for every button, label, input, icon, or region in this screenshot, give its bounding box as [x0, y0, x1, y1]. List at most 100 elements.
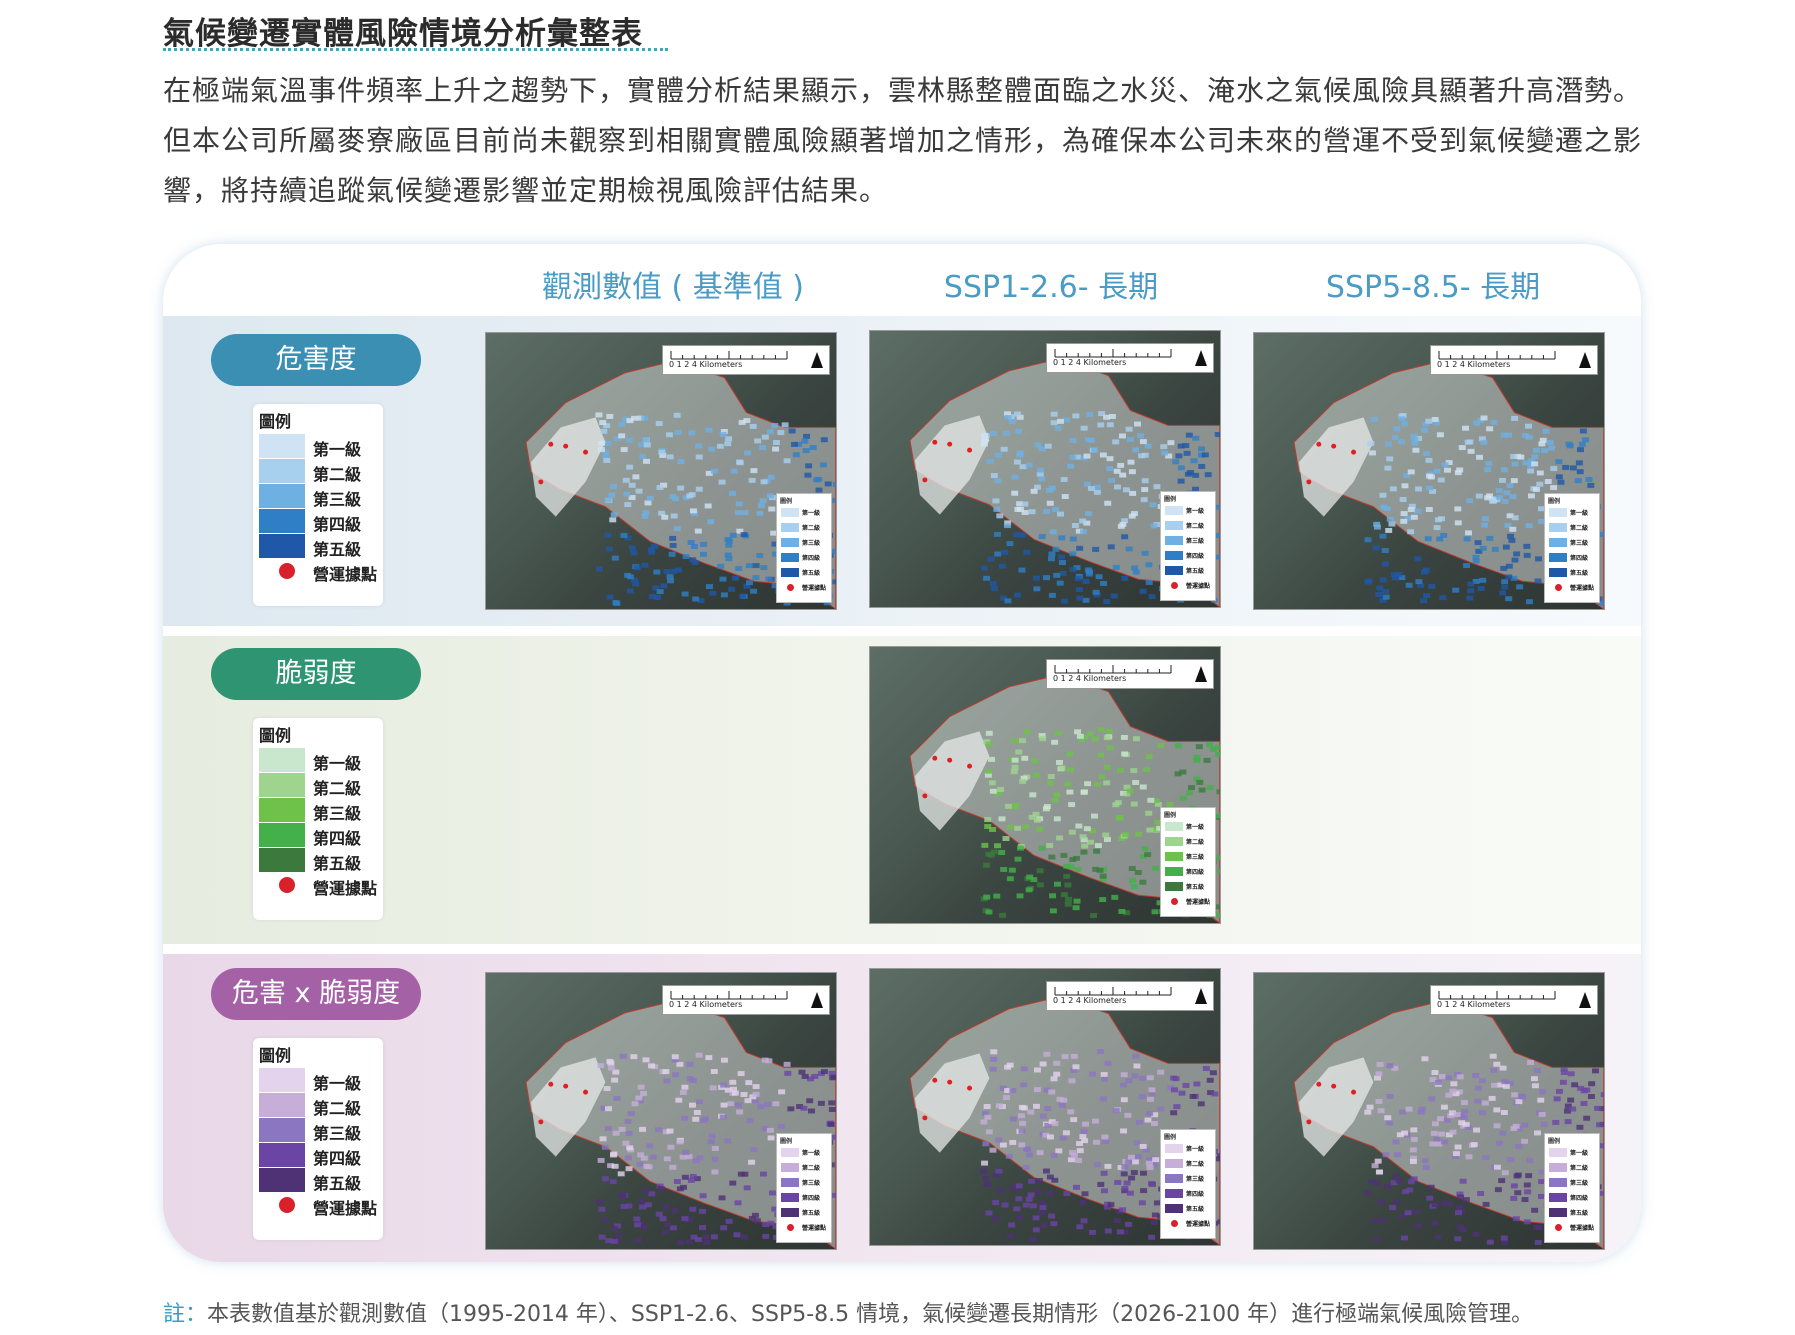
- map-risk-cell: [1121, 575, 1129, 581]
- map-risk-cell: [1553, 1096, 1561, 1102]
- map-risk-cell: [737, 1171, 745, 1177]
- map-risk-cell: [1062, 417, 1070, 423]
- map-risk-cell: [677, 459, 685, 465]
- map-risk-cell: [1132, 1053, 1140, 1059]
- map-risk-cell: [983, 1104, 991, 1109]
- map-risk-cell: [611, 1225, 619, 1231]
- legend-swatch: [259, 1093, 305, 1117]
- map-risk-cell: [1091, 736, 1099, 742]
- map-risk-cell: [1069, 567, 1077, 573]
- map-risk-cell: [1051, 739, 1059, 745]
- map-risk-cell: [1122, 831, 1130, 837]
- map-legend-item: 第一級: [781, 508, 829, 518]
- map-risk-cell: [1455, 1210, 1462, 1216]
- map-risk-cell: [1580, 1100, 1588, 1106]
- map-legend-swatch: [1165, 1204, 1183, 1213]
- map-risk-cell: [759, 1171, 767, 1177]
- map-risk-cell: [1090, 813, 1098, 819]
- map-risk-cell: [1138, 1094, 1146, 1100]
- map-risk-cell: [1364, 537, 1372, 543]
- map-legend-title: 圖例: [1548, 498, 1561, 505]
- site-marker-icon: [922, 793, 928, 799]
- map-risk-cell: [1527, 468, 1535, 474]
- map-risk-cell: [1394, 1152, 1402, 1158]
- map-risk-cell: [1426, 1195, 1434, 1201]
- map-risk-cell: [597, 447, 605, 453]
- column-header-ssp585: SSP5-8.5- 長期: [1325, 270, 1541, 305]
- map-risk-cell: [1076, 733, 1084, 739]
- map-risk-cell: [639, 1126, 647, 1132]
- map-risk-cell: [744, 1098, 752, 1104]
- map-risk-cell: [1582, 437, 1590, 443]
- map-risk-cell: [1006, 541, 1014, 547]
- map-risk-cell: [1121, 1164, 1129, 1170]
- map-legend-item: 第五級: [1549, 568, 1597, 578]
- map-risk-cell: [828, 1100, 836, 1106]
- map-risk-cell: [1022, 824, 1030, 830]
- map-risk-cell: [1084, 437, 1092, 443]
- map-risk-cell: [606, 414, 614, 419]
- map-risk-cell: [604, 1125, 612, 1131]
- site-marker-icon: [538, 1119, 544, 1125]
- map-risk-cell: [1029, 1236, 1037, 1242]
- map-risk-cell: [670, 513, 678, 519]
- legend-label: 第三級: [313, 490, 362, 509]
- map-risk-cell: [1458, 445, 1466, 451]
- map-risk-cell: [1016, 893, 1024, 899]
- map-risk-cell: [1112, 564, 1120, 570]
- map-risk-cell: [1140, 1170, 1147, 1176]
- legend-swatch: [259, 748, 305, 772]
- map-risk-cell: [1070, 1152, 1078, 1158]
- map-risk-cell: [1021, 510, 1029, 515]
- map-risk-cell: [628, 545, 636, 551]
- column-header-observed: 觀測數值 ( 基準值 ): [541, 270, 805, 305]
- map-risk-cell: [1080, 1128, 1088, 1134]
- map-risk-cell: [1104, 1163, 1112, 1169]
- map-risk-cell: [626, 588, 634, 594]
- map-risk-cell: [1028, 509, 1036, 515]
- map-risk-cell: [700, 551, 707, 557]
- map-risk-cell: [1084, 481, 1091, 487]
- map-risk-cell: [1028, 1178, 1036, 1184]
- map-risk-cell: [820, 1069, 828, 1075]
- map-legend-item: 第一級: [1165, 822, 1213, 832]
- map-risk-cell: [689, 1173, 697, 1179]
- map-risk-cell: [648, 549, 656, 555]
- map-risk-cell: [1146, 827, 1154, 833]
- map-risk-cell: [984, 817, 992, 823]
- map-risk-cell: [1103, 735, 1111, 741]
- legend-swatch: [259, 1143, 305, 1167]
- map-risk-cell: [809, 445, 817, 451]
- map-risk-cell: [1462, 425, 1470, 431]
- map-legend-label: 第四級: [1186, 869, 1205, 876]
- map-risk-cell: [1043, 509, 1051, 514]
- map-risk-cell: [1056, 759, 1063, 765]
- legend-item-site: 營運據點: [259, 873, 379, 898]
- map-risk-cell: [1124, 1112, 1132, 1118]
- map-risk-cell: [1087, 486, 1095, 492]
- map-risk-cell: [601, 1144, 609, 1150]
- map-risk-cell: [1477, 1191, 1485, 1196]
- map-risk-cell: [717, 563, 725, 569]
- map-risk-cell: [1521, 1138, 1529, 1144]
- map-risk-cell: [981, 1160, 989, 1166]
- map-risk-cell: [1373, 1180, 1381, 1186]
- map-risk-cell: [1136, 433, 1144, 439]
- map-risk-cell: [1404, 1210, 1412, 1216]
- map-risk-cell: [603, 1086, 611, 1092]
- map-risk-cell: [1009, 1088, 1017, 1094]
- map-risk-cell: [1046, 500, 1054, 506]
- map-risk-cell: [619, 1192, 627, 1198]
- map-risk-cell: [1401, 483, 1409, 489]
- map-risk-cell: [1060, 476, 1068, 482]
- map-risk-cell: [1501, 584, 1509, 590]
- map-risk-cell: [1446, 1201, 1454, 1207]
- legend-swatch: [259, 509, 305, 533]
- map-risk-cell: [1431, 1069, 1439, 1075]
- map-risk-cell: [752, 563, 760, 569]
- map-legend-item-site: 營運據點: [1549, 1223, 1597, 1233]
- map-risk-cell: [829, 1075, 836, 1081]
- legend-swatch: [259, 1118, 305, 1142]
- map-risk-cell: [1046, 780, 1054, 786]
- map-risk-cell: [1036, 868, 1044, 874]
